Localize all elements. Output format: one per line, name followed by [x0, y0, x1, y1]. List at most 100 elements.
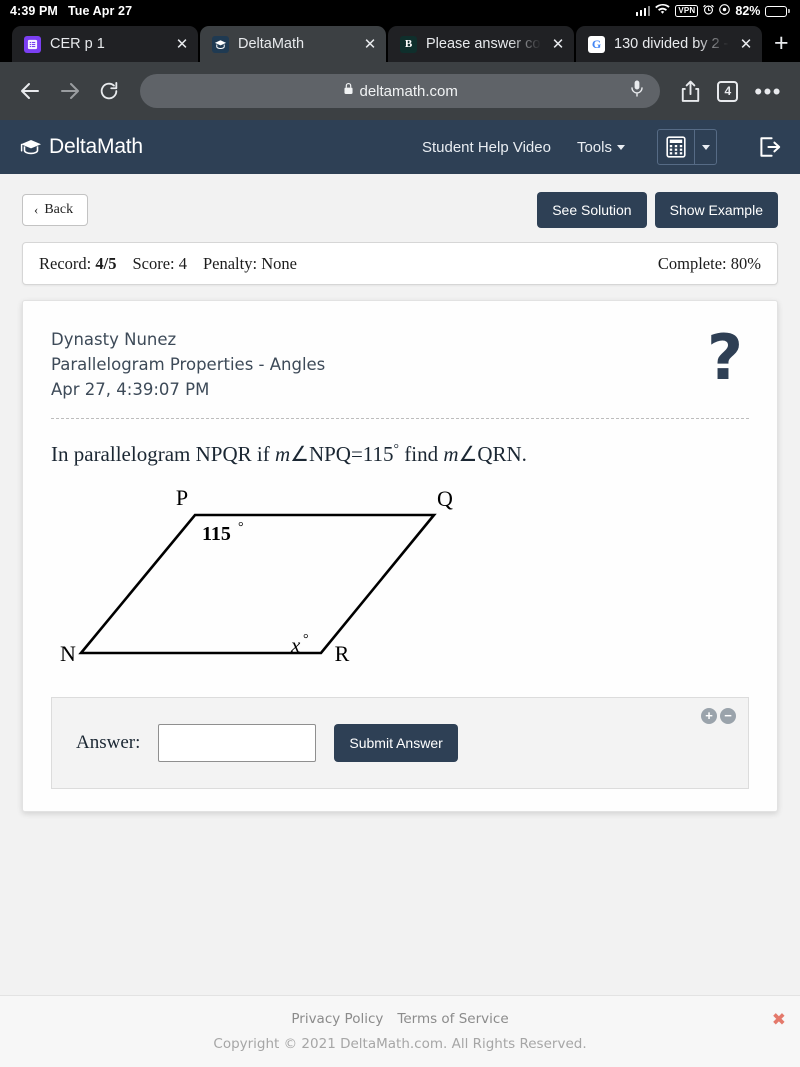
- calculator-group[interactable]: [657, 129, 717, 165]
- angle-label-115: 115: [202, 523, 231, 545]
- calculator-icon[interactable]: [658, 130, 694, 164]
- angle-label-x: x: [290, 633, 301, 657]
- page-content: ‹ Back See Solution Show Example Record:…: [0, 174, 800, 813]
- student-name: Dynasty Nunez: [51, 330, 177, 349]
- zoom-controls: + −: [701, 708, 736, 725]
- alarm-icon: [703, 4, 715, 18]
- signal-bars-icon: [635, 6, 651, 16]
- penalty-label: Penalty:: [202, 253, 258, 273]
- close-icon[interactable]: ✖: [772, 1012, 786, 1029]
- privacy-policy-link[interactable]: Privacy Policy: [291, 1011, 383, 1027]
- vpn-icon: VPN: [675, 5, 699, 17]
- tab-title: 130 divided by 2 -: [614, 36, 729, 52]
- vertex-label-Q: Q: [437, 486, 453, 511]
- prompt-m-1: m: [274, 442, 291, 467]
- overflow-menu-icon[interactable]: •••: [754, 80, 782, 102]
- prompt-text-2: find: [399, 442, 444, 467]
- answer-label: Answer:: [76, 732, 141, 754]
- microphone-icon[interactable]: [630, 80, 644, 103]
- angle-label-x-degree: °: [303, 632, 309, 647]
- action-row: ‹ Back See Solution Show Example: [22, 192, 778, 228]
- browser-tab-cer-p-1[interactable]: CER p 1 ✕: [12, 26, 198, 62]
- browser-toolbar: deltamath.com 4 •••: [0, 62, 800, 120]
- browser-tab-google-search[interactable]: G 130 divided by 2 - ✕: [576, 26, 762, 62]
- see-solution-button[interactable]: See Solution: [537, 192, 647, 228]
- wifi-icon: [655, 3, 670, 18]
- forward-arrow-icon[interactable]: [58, 79, 82, 103]
- score-label: Score:: [132, 253, 175, 273]
- tools-menu[interactable]: Tools: [577, 139, 625, 156]
- complete-stat: Complete: 80%: [658, 254, 761, 274]
- close-icon[interactable]: ✕: [174, 37, 190, 52]
- prompt-vertices-2: QRN.: [477, 442, 527, 467]
- status-time: 4:39 PM: [10, 4, 58, 18]
- record-stat: Record: 4/5: [39, 254, 116, 274]
- divider: [51, 418, 749, 420]
- vertex-label-N: N: [60, 641, 76, 666]
- chevron-left-icon: ‹: [34, 202, 39, 217]
- device-screen: 4:39 PM Tue Apr 27 VPN 82% CER p 1 ✕ Del…: [0, 0, 800, 1067]
- terms-of-service-link[interactable]: Terms of Service: [397, 1011, 508, 1027]
- parallelogram-shape: [78, 513, 437, 655]
- question-mark-icon[interactable]: ?: [707, 327, 743, 389]
- tab-title: DeltaMath: [238, 36, 305, 52]
- prompt-text-1: In parallelogram NPQR if: [51, 442, 275, 467]
- chevron-down-icon: [617, 144, 625, 150]
- new-tab-button[interactable]: +: [774, 31, 789, 56]
- back-button-label: Back: [44, 202, 74, 217]
- lock-icon: [343, 82, 354, 100]
- back-arrow-icon[interactable]: [18, 79, 42, 103]
- page-footer: Privacy Policy Terms of Service Copyrigh…: [0, 995, 800, 1067]
- score-value: 4: [178, 253, 187, 273]
- record-label: Record:: [39, 253, 92, 273]
- tab-title: CER p 1: [50, 36, 105, 52]
- answer-input[interactable]: [158, 724, 317, 763]
- show-example-button[interactable]: Show Example: [654, 192, 778, 228]
- graduation-cap-icon: [20, 138, 42, 157]
- problem-card: ? Dynasty Nunez Parallelogram Properties…: [22, 300, 778, 813]
- logout-icon[interactable]: [759, 136, 782, 158]
- angle-symbol-2: ∠: [458, 442, 478, 467]
- tab-title: Please answer cor: [426, 36, 541, 52]
- do-not-disturb-icon: [719, 4, 731, 18]
- battery-icon: [765, 5, 790, 17]
- zoom-out-button[interactable]: −: [720, 708, 736, 725]
- angle-symbol-1: ∠: [290, 442, 309, 467]
- back-button[interactable]: ‹ Back: [22, 194, 89, 226]
- submit-answer-button[interactable]: Submit Answer: [334, 724, 458, 763]
- close-icon[interactable]: ✕: [362, 37, 378, 52]
- assignment-title: Parallelogram Properties - Angles: [51, 355, 326, 375]
- calculator-dropdown-caret[interactable]: [694, 130, 716, 164]
- battery-percent: 82%: [735, 4, 761, 18]
- student-help-video-link[interactable]: Student Help Video: [422, 139, 551, 156]
- prompt-vertices-1: NPQ=115: [308, 442, 394, 467]
- address-bar[interactable]: deltamath.com: [140, 74, 661, 108]
- complete-value: 80%: [730, 253, 761, 273]
- share-icon[interactable]: [680, 80, 701, 103]
- tab-count-button[interactable]: 4: [717, 80, 739, 102]
- close-icon[interactable]: ✕: [550, 37, 566, 52]
- close-icon[interactable]: ✕: [738, 37, 754, 52]
- angle-label-115-degree: °: [238, 520, 244, 535]
- record-value: 4/5: [95, 253, 117, 273]
- zoom-in-button[interactable]: +: [701, 708, 717, 725]
- problem-meta: Dynasty Nunez Parallelogram Properties -…: [51, 327, 749, 402]
- google-icon: G: [588, 35, 605, 53]
- brainly-icon: B: [400, 35, 417, 53]
- vertex-label-P: P: [176, 485, 188, 510]
- tools-label: Tools: [576, 138, 612, 156]
- browser-tab-strip: CER p 1 ✕ DeltaMath ✕ B Please answer co…: [0, 22, 800, 62]
- vertex-label-R: R: [335, 641, 350, 666]
- deltamath-logo[interactable]: DeltaMath: [20, 135, 143, 159]
- copyright-text: Copyright © 2021 DeltaMath.com. All Righ…: [213, 1036, 587, 1052]
- web-page: DeltaMath Student Help Video Tools ‹ Bac…: [0, 120, 800, 1067]
- penalty-stat: Penalty: None: [203, 254, 297, 274]
- reload-icon[interactable]: [98, 80, 120, 102]
- browser-tab-deltamath[interactable]: DeltaMath ✕: [200, 26, 386, 62]
- penalty-value: None: [261, 253, 297, 273]
- problem-timestamp: Apr 27, 4:39:07 PM: [51, 380, 210, 400]
- problem-prompt: In parallelogram NPQR if m∠NPQ=115° find…: [51, 441, 749, 467]
- site-header: DeltaMath Student Help Video Tools: [0, 120, 800, 174]
- browser-tab-brainly[interactable]: B Please answer cor ✕: [388, 26, 574, 62]
- complete-label: Complete:: [657, 253, 727, 273]
